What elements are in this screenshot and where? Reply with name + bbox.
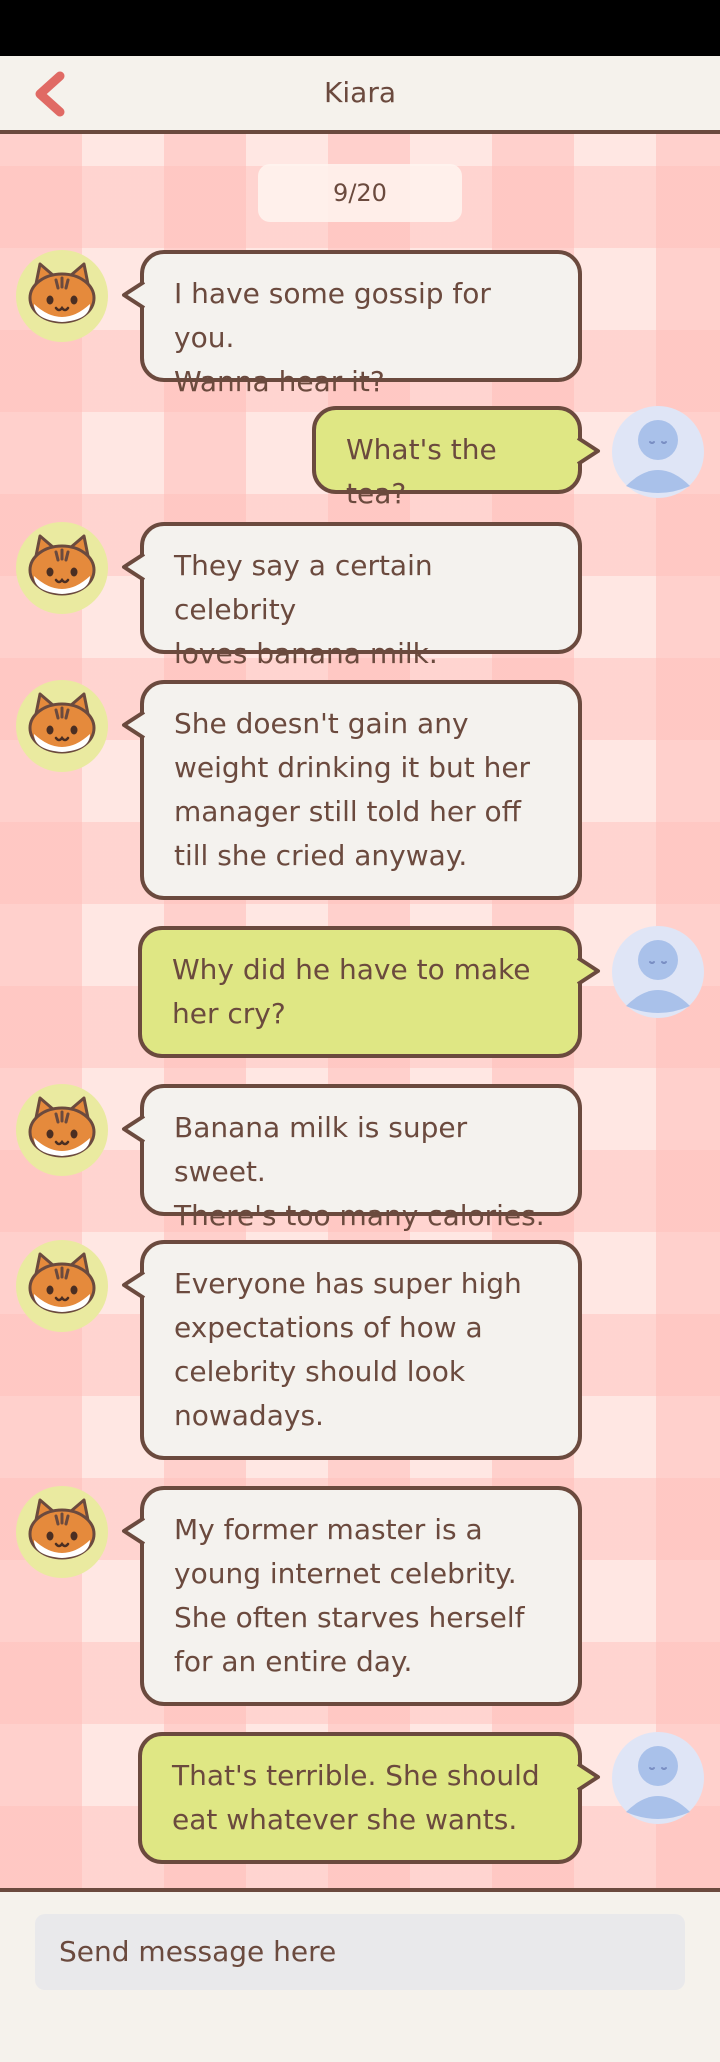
user-silhouette-icon xyxy=(626,940,690,1013)
bubble-tail xyxy=(122,1114,146,1144)
cat-face-icon xyxy=(28,534,96,596)
cat-face-icon xyxy=(28,1096,96,1158)
message-bubble: My former master is a young internet cel… xyxy=(140,1486,582,1706)
message-bubble: Banana milk is super sweet. There's too … xyxy=(140,1084,582,1232)
cat-face-icon xyxy=(28,1498,96,1560)
cat-avatar[interactable] xyxy=(16,1486,108,1578)
message-bubble: I have some gossip for you. Wanna hear i… xyxy=(140,250,582,398)
cat-avatar[interactable] xyxy=(16,250,108,342)
user-avatar[interactable] xyxy=(612,926,704,1018)
message-bubble: What's the tea? xyxy=(312,406,582,510)
bubble-tail xyxy=(576,436,600,466)
cat-avatar[interactable] xyxy=(16,680,108,772)
page-title: Kiara xyxy=(324,76,396,109)
status-bar xyxy=(0,0,720,56)
bubble-tail xyxy=(576,1762,600,1792)
cat-face-icon xyxy=(28,692,96,754)
user-silhouette-icon xyxy=(626,1746,690,1819)
cat-avatar[interactable] xyxy=(16,1240,108,1332)
message-bubble: That's terrible. She should eat whatever… xyxy=(138,1732,582,1864)
bubble-tail xyxy=(122,1270,146,1300)
bubble-tail xyxy=(122,1516,146,1546)
cat-face-icon xyxy=(28,262,96,324)
message-bubble: They say a certain celebrity loves banan… xyxy=(140,522,582,670)
chat-header: Kiara xyxy=(0,56,720,134)
bubble-tail xyxy=(122,710,146,740)
input-bar xyxy=(0,1896,720,2062)
cat-avatar[interactable] xyxy=(16,1084,108,1176)
cat-face-icon xyxy=(28,1252,96,1314)
user-silhouette-icon xyxy=(626,420,690,493)
user-avatar[interactable] xyxy=(612,406,704,498)
chat-area[interactable]: 9/20 I have some gossip for you. Wanna h… xyxy=(0,134,720,1892)
bubble-tail xyxy=(122,552,146,582)
message-input[interactable] xyxy=(35,1914,685,1990)
message-bubble: Why did he have to make her cry? xyxy=(138,926,582,1058)
message-bubble: Everyone has super high expectations of … xyxy=(140,1240,582,1460)
bubble-tail xyxy=(122,280,146,310)
bubble-tail xyxy=(576,956,600,986)
user-avatar[interactable] xyxy=(612,1732,704,1824)
message-counter: 9/20 xyxy=(258,164,462,222)
cat-avatar[interactable] xyxy=(16,522,108,614)
message-bubble: She doesn't gain any weight drinking it … xyxy=(140,680,582,900)
